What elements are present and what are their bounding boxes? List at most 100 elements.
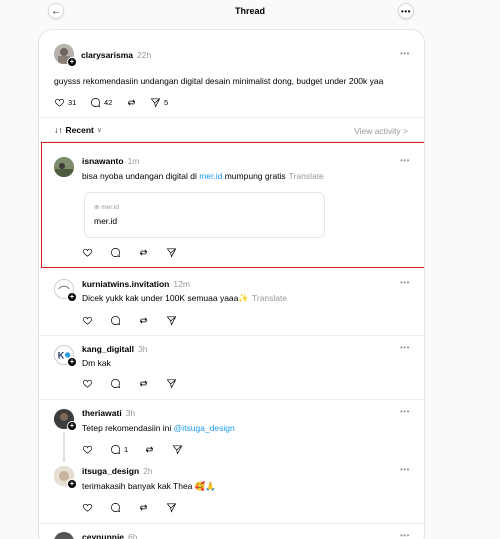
post-author[interactable]: clarysarisma 22h xyxy=(81,50,151,60)
reply-author[interactable]: kang_digitall 3h xyxy=(82,344,147,354)
repost-button[interactable] xyxy=(138,502,166,513)
reply-button[interactable]: 42 xyxy=(90,97,126,108)
share-button[interactable] xyxy=(166,315,194,326)
reply-time: 3h xyxy=(125,408,136,418)
reply-button[interactable] xyxy=(110,378,138,389)
reply-more-icon[interactable]: ••• xyxy=(400,343,410,352)
reply-more-icon[interactable]: ••• xyxy=(400,407,410,416)
like-button[interactable] xyxy=(82,378,110,389)
comment-icon xyxy=(111,378,121,388)
repost-button[interactable] xyxy=(144,444,172,455)
sort-dropdown[interactable]: ↓↑ Recent ∨ xyxy=(54,125,102,135)
send-icon xyxy=(166,378,177,389)
like-button[interactable] xyxy=(82,315,110,326)
divider xyxy=(39,399,424,400)
post-actions: 31 42 5 xyxy=(54,96,180,108)
reply-time: 1m xyxy=(127,156,140,166)
share-button[interactable] xyxy=(172,444,200,455)
send-icon xyxy=(166,315,177,326)
reply-time: 3h xyxy=(137,344,148,354)
share-button[interactable] xyxy=(166,378,194,389)
comment-icon xyxy=(111,315,121,325)
view-activity-link[interactable]: View activity > xyxy=(354,126,408,136)
follow-plus-icon[interactable]: + xyxy=(67,57,77,67)
repost-icon xyxy=(139,380,148,386)
reply-button[interactable] xyxy=(110,502,138,513)
avatar[interactable] xyxy=(54,157,74,177)
post-text: guysss rekomendasiin undangan digital de… xyxy=(54,76,384,86)
heart-icon xyxy=(82,379,93,388)
chevron-down-icon: ∨ xyxy=(96,127,102,134)
reply-more-icon[interactable]: ••• xyxy=(400,465,410,474)
reply-actions xyxy=(82,246,194,258)
link-preview-title: mer.id xyxy=(94,216,118,226)
link-preview-card[interactable]: ⊕ mer.id mer.id xyxy=(84,192,325,238)
reply-actions xyxy=(82,501,194,513)
reply-time: 6h xyxy=(128,532,138,539)
heart-icon xyxy=(82,445,93,454)
reply-actions xyxy=(82,314,194,326)
reply-text: Dm kak xyxy=(82,358,111,368)
reply-author[interactable]: ceynunnie 6h xyxy=(82,532,138,539)
share-button[interactable] xyxy=(166,247,194,258)
share-button[interactable] xyxy=(166,502,194,513)
follow-plus-icon[interactable]: + xyxy=(67,357,77,367)
post-more-icon[interactable]: ••• xyxy=(400,49,410,58)
reply-text: bisa nyoba undangan digital di mer.id mu… xyxy=(82,171,324,181)
reply-time: 2h xyxy=(143,466,153,476)
reply-button[interactable] xyxy=(110,315,138,326)
mer-id-link[interactable]: mer.id xyxy=(199,171,222,181)
reply-text: terimakasih banyak kak Thea 🥰🙏 xyxy=(82,481,216,491)
reply-author[interactable]: itsuga_design 2h xyxy=(82,466,153,476)
repost-button[interactable] xyxy=(126,97,150,108)
follow-plus-icon[interactable]: + xyxy=(67,421,77,431)
send-icon xyxy=(166,247,177,258)
share-button[interactable]: 5 xyxy=(150,97,180,108)
reply-author[interactable]: theriawati 3h xyxy=(82,408,135,418)
send-icon xyxy=(172,444,183,455)
heart-icon xyxy=(82,503,93,512)
follow-plus-icon[interactable]: + xyxy=(67,479,77,489)
translate-link[interactable]: Translate xyxy=(252,293,287,303)
reply-more-icon[interactable]: ••• xyxy=(400,531,410,539)
translate-link[interactable]: Translate xyxy=(289,171,324,181)
post-time: 22h xyxy=(137,50,152,60)
repost-icon xyxy=(145,446,154,452)
like-button[interactable] xyxy=(82,502,110,513)
reply-author[interactable]: kurniatwins.invitation 12m xyxy=(82,279,190,289)
reply-button[interactable] xyxy=(110,247,138,258)
repost-button[interactable] xyxy=(138,247,166,258)
heart-icon xyxy=(82,248,93,257)
send-icon xyxy=(150,97,161,108)
page-title: Thread xyxy=(234,6,265,16)
repost-icon xyxy=(127,99,136,105)
link-preview-domain: ⊕ mer.id xyxy=(94,204,119,211)
follow-plus-icon[interactable]: + xyxy=(67,292,77,302)
divider xyxy=(39,523,424,524)
repost-icon xyxy=(139,317,148,323)
reply-actions: 1 xyxy=(82,443,200,455)
like-button[interactable]: 31 xyxy=(54,97,90,108)
reply-button[interactable]: 1 xyxy=(110,444,144,455)
repost-button[interactable] xyxy=(138,315,166,326)
comment-icon xyxy=(111,502,121,512)
reply-more-icon[interactable]: ••• xyxy=(400,278,410,287)
repost-button[interactable] xyxy=(138,378,166,389)
comment-icon xyxy=(111,444,121,454)
mention-link[interactable]: @itsuga_design xyxy=(174,423,235,433)
more-options-icon[interactable]: ••• xyxy=(398,3,414,19)
avatar[interactable] xyxy=(54,532,74,539)
comment-icon xyxy=(111,247,121,257)
like-button[interactable] xyxy=(82,444,110,455)
comment-icon xyxy=(91,97,101,107)
top-bar: ← Thread ••• xyxy=(0,0,500,24)
heart-icon xyxy=(82,316,93,325)
like-button[interactable] xyxy=(82,247,110,258)
reply-actions xyxy=(82,377,194,389)
reply-author[interactable]: isnawanto 1m xyxy=(82,156,139,166)
sort-icon: ↓↑ xyxy=(54,125,63,135)
reply-text: Tetep rekomendasiin ini @itsuga_design xyxy=(82,423,235,433)
repost-icon xyxy=(139,504,148,510)
divider xyxy=(39,335,424,336)
reply-more-icon[interactable]: ••• xyxy=(400,156,410,165)
